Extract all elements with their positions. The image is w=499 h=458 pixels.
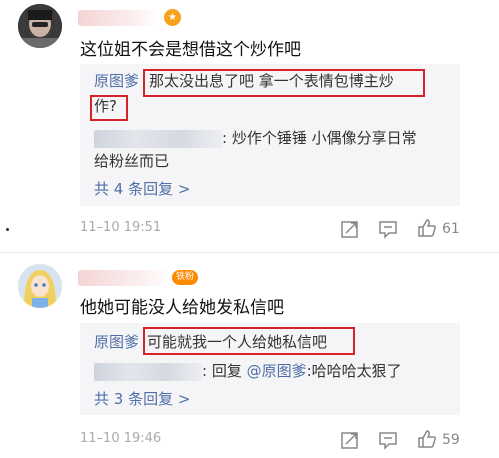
reply-prefix: : 回复: [202, 362, 247, 380]
highlight-box: [143, 69, 425, 97]
share-icon[interactable]: [340, 430, 360, 450]
reply-content-line1: : 炒作个锤锤 小偶像分享日常: [222, 129, 417, 147]
username-blurred[interactable]: [78, 10, 160, 26]
reply-author-blurred[interactable]: [94, 129, 222, 148]
like-count: 59: [442, 432, 460, 448]
username-blurred[interactable]: [78, 270, 170, 286]
reply-item[interactable]: : 炒作个锤锤 小偶像分享日常: [94, 127, 417, 150]
comment-icon[interactable]: [378, 219, 398, 239]
like-icon[interactable]: [417, 218, 437, 238]
comment-icon[interactable]: [378, 430, 398, 450]
reply-author-blurred[interactable]: [94, 362, 202, 381]
reply-mention[interactable]: @原图爹: [247, 362, 307, 380]
comment-text: 这位姐不会是想借这个炒作吧: [80, 40, 301, 60]
bullet-dot: [6, 228, 9, 231]
like-count: 61: [442, 221, 460, 237]
timestamp: 11–10 19:51: [80, 220, 162, 235]
level-badge-icon: ★: [164, 9, 181, 26]
reply-author[interactable]: 原图爹: [94, 333, 139, 351]
like-icon[interactable]: [417, 429, 437, 449]
highlight-box: [143, 327, 355, 355]
reply-content-line2: 给粉丝而已: [94, 152, 170, 170]
reply-item[interactable]: : 回复 @原图爹:哈哈哈太狠了: [94, 360, 402, 383]
avatar[interactable]: [18, 4, 62, 48]
comment-text: 他她可能没人给她发私信吧: [80, 298, 284, 318]
timestamp: 11–10 19:46: [80, 431, 162, 446]
divider: [0, 252, 499, 253]
reply-content: :哈哈哈太狠了: [306, 362, 402, 380]
reply-author[interactable]: 原图爹: [94, 72, 139, 90]
fan-badge: 铁粉: [172, 270, 199, 285]
highlight-box: [90, 95, 128, 121]
avatar[interactable]: [18, 264, 62, 308]
more-replies-link[interactable]: 共 3 条回复 >: [94, 388, 190, 409]
share-icon[interactable]: [340, 219, 360, 239]
more-replies-link[interactable]: 共 4 条回复 >: [94, 178, 190, 199]
